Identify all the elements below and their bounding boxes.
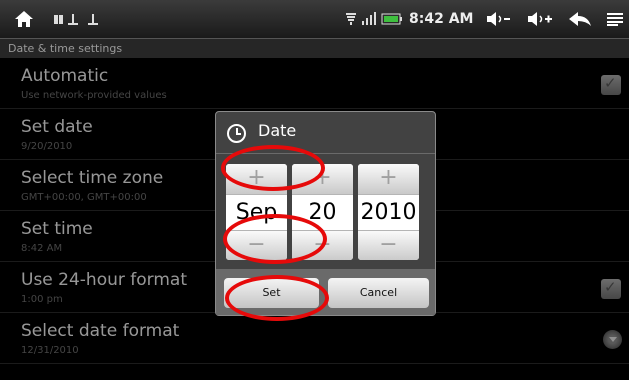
menu-icon[interactable] [607,0,623,38]
signal-icon [361,0,377,38]
clock-icon [227,124,246,143]
year-picker: + 2010 − [358,164,419,260]
back-icon[interactable] [568,0,592,38]
clock-time: 8:42 AM [409,11,474,27]
cancel-button[interactable]: Cancel [328,278,429,308]
wifi-icon [345,0,357,38]
volume-up-icon[interactable] [526,0,554,38]
annotation-ellipse [221,145,325,191]
dialog-title: Date [258,121,297,140]
home-icon[interactable] [14,0,36,38]
volume-down-icon[interactable] [485,0,511,38]
annotation-ellipse [225,275,329,321]
notification-icons [52,0,114,38]
status-bar: 8:42 AM [0,0,629,39]
battery-icon [381,0,403,38]
annotation-ellipse [223,214,327,264]
year-value[interactable]: 2010 [358,195,419,230]
breadcrumb: Date & time settings [0,39,629,58]
year-increment-button[interactable]: + [358,164,419,195]
year-decrement-button[interactable]: − [358,230,419,260]
